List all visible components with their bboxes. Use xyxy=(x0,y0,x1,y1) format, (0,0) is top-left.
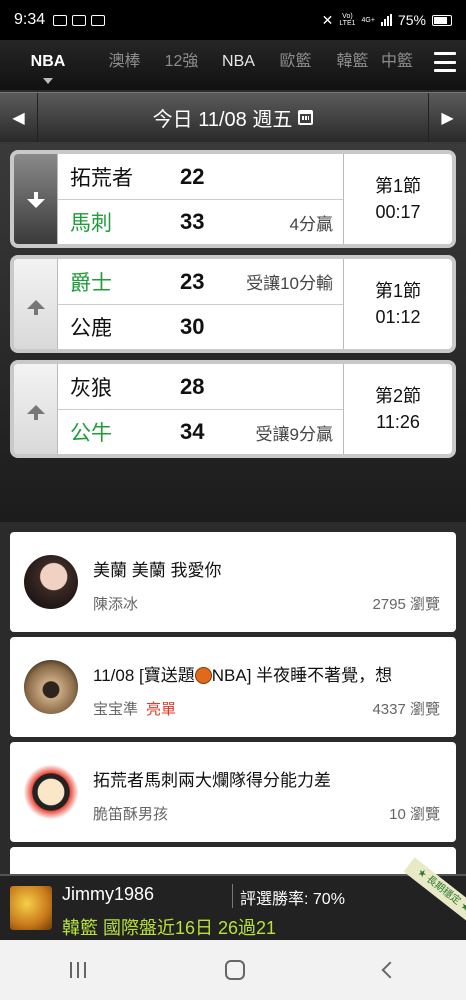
game-teams: 灰狼 28 公牛 34 受讓9分贏 xyxy=(58,364,344,454)
collapse-toggle[interactable] xyxy=(14,154,58,244)
next-date-button[interactable]: ▶ xyxy=(428,92,466,143)
game-card[interactable]: 灰狼 28 公牛 34 受讓9分贏 第2節 11:26 xyxy=(10,360,456,458)
basketball-icon xyxy=(194,667,212,684)
team-score: 33 xyxy=(180,209,205,234)
divider xyxy=(232,884,233,908)
battery-percent: 75% xyxy=(397,12,426,28)
checkbox-icon xyxy=(91,14,106,26)
game-period: 第2節 xyxy=(374,386,421,406)
team-name: 馬刺 xyxy=(70,212,112,235)
team-name: 拓荒者 xyxy=(70,166,133,190)
image-icon xyxy=(72,14,87,26)
game-status: 第2節 11:26 xyxy=(344,364,452,454)
post-author: 宝宝準 亮單 xyxy=(93,701,177,718)
tab-chinese-basketball[interactable]: 中籃 xyxy=(381,40,413,90)
prev-date-button[interactable]: ◀ xyxy=(0,92,38,143)
game-clock: 01:12 xyxy=(375,307,421,327)
team-score: 34 xyxy=(180,419,205,444)
game-clock: 11:26 xyxy=(376,412,420,432)
game-teams: 爵士 23 受讓10分輸 公鹿 30 xyxy=(58,259,344,349)
post-views: 10 瀏覽 xyxy=(389,806,440,823)
predictor-username: Jimmy1986 xyxy=(62,884,155,904)
arrow-up-icon xyxy=(26,299,45,315)
mail-icon xyxy=(53,14,68,26)
game-period: 第1節 xyxy=(374,176,421,196)
calendar-icon xyxy=(298,110,314,125)
game-status: 第1節 00:17 xyxy=(344,154,452,244)
tab-nba-selected[interactable]: NBA xyxy=(0,40,96,90)
avatar xyxy=(24,555,78,609)
bet-result: 4分贏 xyxy=(289,214,333,234)
status-bar: 9:34 ✕ Vo) LTE1 4G+ 75% xyxy=(0,0,466,40)
post-item[interactable]: 拓荒者馬刺兩大爛隊得分能力差 脆笛酥男孩 10 瀏覽 xyxy=(10,742,456,842)
volte-indicator: Vo) LTE1 xyxy=(339,13,356,27)
team-score: 22 xyxy=(180,163,205,189)
tab-nba[interactable]: NBA xyxy=(210,40,267,90)
team-row: 馬刺 33 4分贏 xyxy=(58,199,343,244)
arrow-down-icon xyxy=(26,191,45,208)
team-row: 爵士 23 受讓10分輸 xyxy=(58,259,343,304)
predictor-avatar xyxy=(10,886,52,930)
bet-result: 受讓9分贏 xyxy=(255,424,333,444)
games-list: 拓荒者 22 馬刺 33 4分贏 第1節 00:17 爵士 23 受讓10分輸 … xyxy=(0,142,466,522)
game-clock: 00:17 xyxy=(375,202,421,222)
game-card[interactable]: 拓荒者 22 馬刺 33 4分贏 第1節 00:17 xyxy=(10,150,456,248)
team-score: 28 xyxy=(180,373,205,399)
date-label: 今日 11/08 週五 xyxy=(152,109,293,131)
game-period: 第1節 xyxy=(374,281,421,301)
arrow-up-icon xyxy=(26,404,45,420)
team-name: 公牛 xyxy=(70,422,112,445)
team-row: 公牛 34 受讓9分贏 xyxy=(58,409,343,454)
signal-icon xyxy=(380,14,392,26)
post-views: 4337 瀏覽 xyxy=(372,701,440,718)
avatar xyxy=(24,765,78,819)
post-author: 脆笛酥男孩 xyxy=(93,806,169,823)
tab-euro-basketball[interactable]: 歐籃 xyxy=(267,40,324,90)
team-row: 灰狼 28 xyxy=(58,364,343,409)
game-card[interactable]: 爵士 23 受讓10分輸 公鹿 30 第1節 01:12 xyxy=(10,255,456,353)
predictor-record: 韓籃 國際盤近16日 26過21 xyxy=(62,918,277,938)
post-tag: 亮單 xyxy=(146,701,177,718)
post-title: 拓荒者馬刺兩大爛隊得分能力差 xyxy=(93,771,331,790)
post-author: 陳添冰 xyxy=(93,596,139,613)
home-button[interactable] xyxy=(224,960,245,980)
post-item[interactable]: 美蘭 美蘭 我愛你 陳添冰 2795 瀏覽 xyxy=(10,532,456,632)
network-indicator: 4G+ xyxy=(361,16,375,24)
team-row: 公鹿 30 xyxy=(58,304,343,349)
game-teams: 拓荒者 22 馬刺 33 4分贏 xyxy=(58,154,344,244)
team-name: 公鹿 xyxy=(70,317,112,340)
expand-toggle[interactable] xyxy=(14,259,58,349)
league-tabs: NBA 澳棒 12強 NBA 歐籃 韓籃 中籃 xyxy=(0,40,466,90)
team-name: 爵士 xyxy=(70,271,112,295)
predictor-winrate: 評選勝率: 70% xyxy=(240,891,345,908)
menu-icon[interactable] xyxy=(434,52,456,72)
avatar xyxy=(24,660,78,714)
team-name: 灰狼 xyxy=(70,376,112,400)
tab-korean-basketball[interactable]: 韓籃 xyxy=(324,40,381,90)
bet-result: 受讓10分輸 xyxy=(246,274,333,293)
post-item[interactable]: 11/08 [寶送題 NBA] 半夜睡不著覺，想 宝宝準 亮單 4337 瀏覽 xyxy=(10,637,456,737)
top-predictor-banner[interactable]: Jimmy1986 評選勝率: 70% 韓籃 國際盤近16日 26過21 ★ 長… xyxy=(0,857,466,940)
posts-list: 美蘭 美蘭 我愛你 陳添冰 2795 瀏覽 11/08 [寶送題 NBA] 半夜睡… xyxy=(0,522,466,887)
battery-icon xyxy=(432,14,452,26)
team-score: 30 xyxy=(180,314,205,339)
tab-premier12[interactable]: 12強 xyxy=(153,40,210,90)
system-nav-bar xyxy=(0,940,466,1000)
post-title: 美蘭 美蘭 我愛你 xyxy=(93,561,222,580)
mute-icon: ✕ xyxy=(321,11,334,28)
date-selector[interactable]: 今日 11/08 週五 xyxy=(38,103,428,132)
tab-australian-baseball[interactable]: 澳棒 xyxy=(96,40,153,90)
post-title: 11/08 [寶送題 NBA] 半夜睡不著覺，想 xyxy=(93,666,393,685)
team-row: 拓荒者 22 xyxy=(58,154,343,199)
game-status: 第1節 01:12 xyxy=(344,259,452,349)
team-score: 23 xyxy=(180,268,205,294)
recents-button[interactable] xyxy=(69,962,86,978)
back-button[interactable] xyxy=(381,961,399,979)
expand-toggle[interactable] xyxy=(14,364,58,454)
date-bar: ◀ 今日 11/08 週五 ▶ xyxy=(0,92,466,143)
post-views: 2795 瀏覽 xyxy=(372,596,440,613)
status-time: 9:34 xyxy=(14,11,46,28)
